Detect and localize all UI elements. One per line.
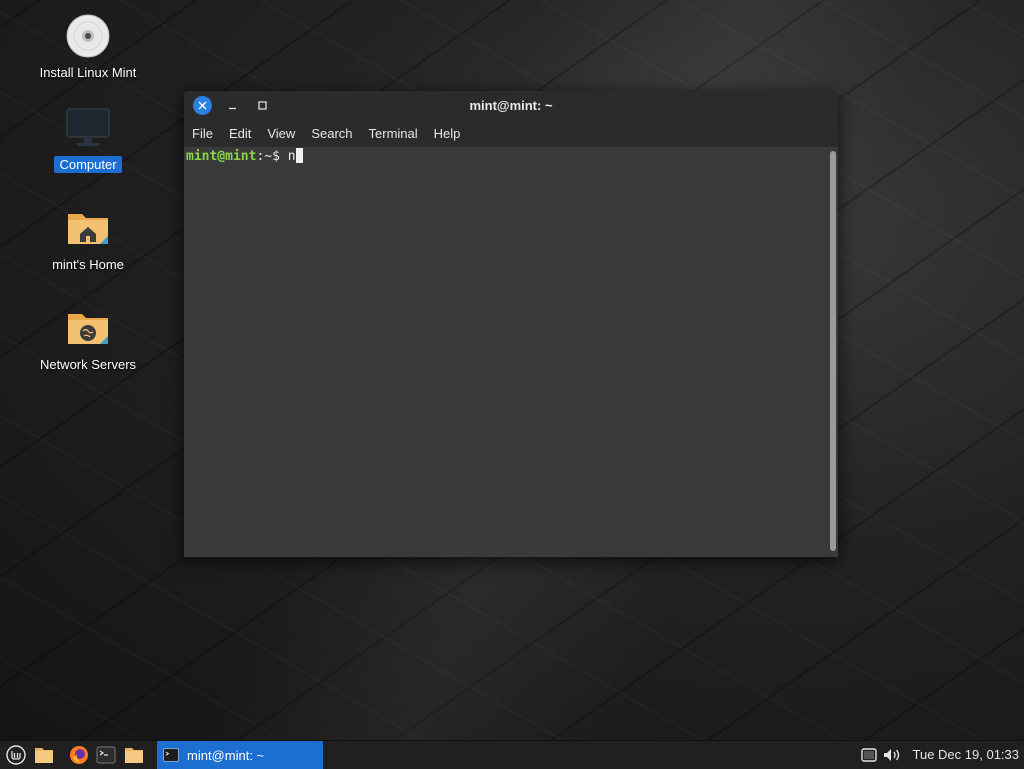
window-title: mint@mint: ~: [469, 98, 553, 113]
terminal-output[interactable]: mint@mint:~$ n: [184, 147, 838, 557]
launcher-firefox[interactable]: [68, 744, 90, 766]
clock[interactable]: Tue Dec 19, 01:33: [913, 741, 1019, 769]
minimize-icon: [229, 107, 236, 110]
launcher-folder[interactable]: [123, 744, 145, 766]
desktop-icon-home[interactable]: mint's Home: [18, 204, 158, 273]
close-icon: [198, 101, 207, 110]
menu-view[interactable]: View: [259, 120, 303, 147]
display-icon: [861, 748, 877, 762]
disc-icon: [64, 12, 112, 60]
menu-help[interactable]: Help: [426, 120, 469, 147]
launcher-files[interactable]: [33, 744, 55, 766]
menu-edit[interactable]: Edit: [221, 120, 259, 147]
terminal-icon: [163, 748, 179, 762]
prompt-symbol: $: [272, 149, 288, 164]
terminal-icon: [96, 746, 116, 764]
volume-icon: [884, 749, 900, 761]
menu-bar: File Edit View Search Terminal Help: [184, 120, 838, 147]
desktop-icon-label: mint's Home: [52, 257, 124, 272]
tray-display[interactable]: [860, 746, 878, 764]
typed-command: n: [287, 149, 296, 164]
taskbar-window-terminal[interactable]: mint@mint: ~: [157, 741, 323, 769]
taskbar-window-label: mint@mint: ~: [187, 747, 265, 763]
desktop-icon-label: Install Linux Mint: [39, 65, 137, 80]
menu-search[interactable]: Search: [303, 120, 360, 147]
prompt-path: ~: [264, 149, 273, 164]
folder-icon: [125, 748, 143, 763]
desktop-icon-label: Network Servers: [39, 357, 137, 372]
close-button[interactable]: [193, 96, 212, 115]
mint-menu-button[interactable]: [5, 744, 27, 766]
minimize-button[interactable]: [223, 96, 242, 115]
desktop-icon-computer[interactable]: Computer: [18, 104, 158, 173]
tray-volume[interactable]: [883, 746, 901, 764]
network-folder-icon: [64, 304, 112, 352]
prompt-line: mint@mint:~$ n: [186, 148, 303, 165]
maximize-icon: [258, 101, 267, 110]
terminal-window[interactable]: mint@mint: ~ File Edit View Search Termi…: [184, 91, 838, 557]
monitor-icon: [64, 104, 112, 152]
files-icon: [35, 748, 53, 763]
desktop-icon-label: Computer: [54, 156, 122, 173]
home-folder-icon: [64, 204, 112, 252]
launcher-terminal[interactable]: [95, 744, 117, 766]
desktop-icon-network-servers[interactable]: Network Servers: [18, 304, 158, 373]
menu-file[interactable]: File: [184, 120, 221, 147]
mint-menu-icon: [6, 745, 26, 765]
desktop-icon-install-linux-mint[interactable]: Install Linux Mint: [18, 12, 158, 81]
firefox-icon: [70, 746, 88, 764]
text-cursor: [295, 148, 303, 163]
maximize-button[interactable]: [253, 96, 272, 115]
menu-terminal[interactable]: Terminal: [361, 120, 426, 147]
scrollbar[interactable]: [830, 151, 836, 551]
prompt-user-host: mint@mint: [186, 149, 257, 164]
title-bar[interactable]: mint@mint: ~: [184, 91, 838, 120]
taskbar-panel: mint@mint: ~ Tue Dec 19, 01:33: [0, 740, 1024, 769]
desktop: Install Linux Mint Computer mint's Home: [0, 0, 1024, 740]
